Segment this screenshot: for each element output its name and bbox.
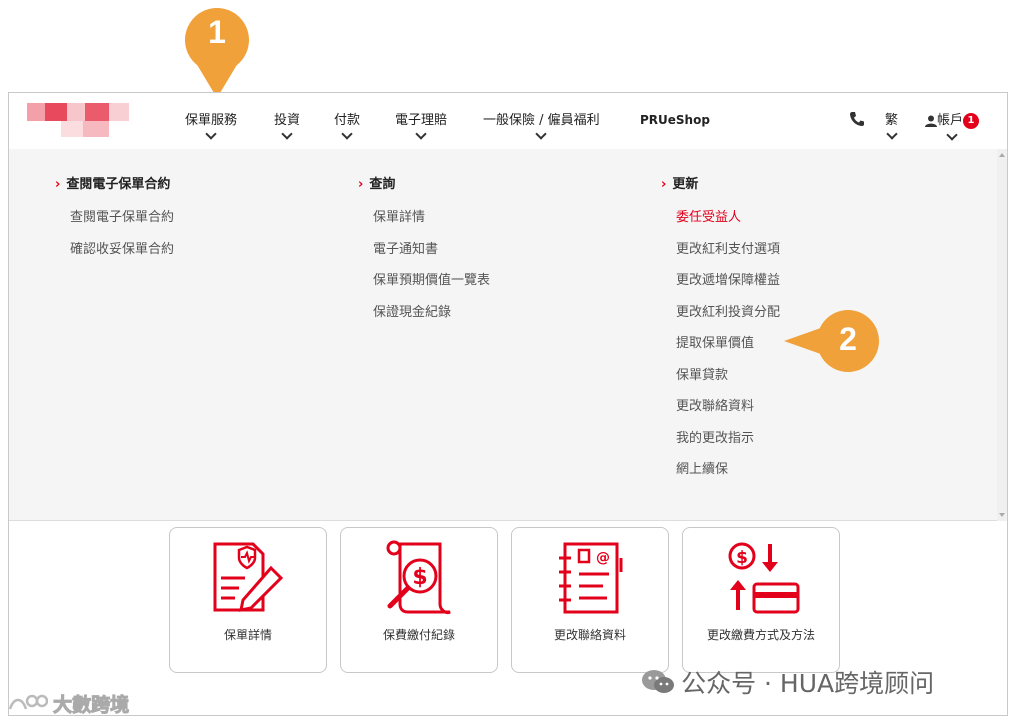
menu-link-projected-values[interactable]: 保單預期價值一覽表 — [358, 269, 490, 301]
nav-payment-label: 付款 — [334, 113, 361, 128]
dollar-scroll-magnifier-icon: $ — [386, 540, 451, 614]
chevron-down-icon — [415, 128, 427, 140]
svg-text:$: $ — [736, 548, 748, 568]
callout-two-number: 2 — [839, 321, 857, 357]
nav-prueshop-label: PRUeShop — [640, 113, 710, 127]
nav-investment-label: 投資 — [274, 113, 301, 128]
quick-action-tiles: 保單詳情 $ 保費繳付紀錄 @ 更改聯絡資料 $ 更改繳費方式及方法 — [169, 527, 849, 677]
menu-link-my-instructions[interactable]: 我的更改指示 — [661, 427, 780, 459]
menu-heading-econtract-label: 查閱電子保單合約 — [66, 177, 171, 192]
nav-policy-services-label: 保單服務 — [185, 113, 238, 128]
account-label: 帳戶 — [937, 113, 964, 128]
menu-link-policy-loan[interactable]: 保單貸款 — [661, 364, 780, 396]
menu-heading-enquiry: › 查詢 — [358, 173, 490, 192]
menu-column-econtract: › 查閱電子保單合約 查閱電子保單合約 確認收妥保單合約 — [55, 173, 174, 269]
svg-text:@: @ — [596, 550, 610, 566]
callout-two: 2 — [784, 310, 882, 374]
phone-icon[interactable] — [849, 111, 865, 127]
chevron-down-icon — [946, 128, 958, 141]
callout-one: 1 — [183, 6, 251, 100]
tile-premium-history-label: 保費繳付紀錄 — [382, 628, 455, 642]
tile-contact-info-label: 更改聯絡資料 — [553, 628, 626, 642]
policy-document-icon — [213, 542, 284, 612]
wechat-icon — [640, 668, 676, 696]
tile-payment-method-label: 更改繳費方式及方法 — [706, 628, 815, 642]
chevron-right-icon: › — [661, 177, 667, 192]
menu-link-enotices[interactable]: 電子通知書 — [358, 238, 490, 270]
corner-watermark: 大數跨境 — [8, 690, 130, 717]
callout-one-number: 1 — [208, 14, 226, 50]
nav-policy-services[interactable]: 保單服務 — [185, 109, 238, 140]
user-icon — [925, 115, 937, 127]
corner-watermark-text: 大數跨境 — [53, 694, 130, 717]
chevron-down-icon — [341, 128, 353, 140]
nav-general-insurance[interactable]: 一般保險 / 僱員福利 — [483, 109, 600, 140]
tile-policy-details[interactable]: 保單詳情 — [169, 527, 327, 673]
menu-column-enquiry: › 查詢 保單詳情 電子通知書 保單預期價值一覽表 保證現金紀錄 — [358, 173, 490, 332]
menu-link-beneficiary[interactable]: 委任受益人 — [661, 206, 780, 238]
menu-heading-update-label: 更新 — [672, 177, 699, 192]
scroll-up-icon[interactable] — [999, 153, 1005, 157]
corner-logo-icon — [8, 693, 49, 715]
menu-link-dividend-option[interactable]: 更改紅利支付選項 — [661, 238, 780, 270]
menu-link-online-renewal[interactable]: 網上續保 — [661, 458, 780, 490]
nav-prueshop[interactable]: PRUeShop — [640, 113, 710, 127]
chevron-down-icon — [535, 128, 547, 140]
menu-scrollbar[interactable] — [997, 149, 1007, 521]
nav-eclaims-label: 電子理賠 — [395, 113, 448, 128]
nav-investment[interactable]: 投資 — [274, 109, 301, 140]
notification-badge: 1 — [963, 112, 980, 129]
address-book-icon: @ — [559, 542, 623, 614]
menu-heading-update: › 更新 — [661, 173, 780, 192]
wechat-watermark-text: 公众号 · HUA跨境顾问 — [681, 669, 935, 698]
menu-link-view-econtract[interactable]: 查閱電子保單合約 — [55, 206, 174, 238]
chevron-right-icon: › — [55, 177, 61, 192]
menu-link-contact-info[interactable]: 更改聯絡資料 — [661, 395, 780, 427]
menu-link-confirm-receipt[interactable]: 確認收妥保單合約 — [55, 238, 174, 270]
tile-contact-info[interactable]: @ 更改聯絡資料 — [511, 527, 669, 673]
menu-link-policy-details[interactable]: 保單詳情 — [358, 206, 490, 238]
tile-payment-method[interactable]: $ 更改繳費方式及方法 — [682, 527, 840, 673]
page: { "nav": { "items": ["保單服務", "投資", "付款",… — [0, 0, 1015, 722]
account-menu[interactable]: 帳戶 1 — [925, 109, 980, 141]
language-label: 繁 — [885, 113, 899, 128]
scroll-down-icon[interactable] — [999, 513, 1005, 517]
menu-link-guaranteed-cash[interactable]: 保證現金紀錄 — [358, 301, 490, 333]
svg-text:$: $ — [412, 565, 427, 590]
browser-frame: 保單服務 投資 付款 電子理賠 一般保險 / 僱員福利 PRUeShop 繁 帳… — [8, 92, 1008, 716]
menu-column-update: › 更新 委任受益人 更改紅利支付選項 更改遞增保障權益 更改紅利投資分配 提取保… — [661, 173, 780, 490]
chevron-down-icon — [205, 128, 217, 140]
nav-payment[interactable]: 付款 — [334, 109, 361, 140]
chevron-down-icon — [281, 128, 293, 140]
language-switch[interactable]: 繁 — [885, 109, 899, 140]
tile-premium-history[interactable]: $ 保費繳付紀錄 — [340, 527, 498, 673]
chevron-down-icon — [885, 128, 898, 140]
menu-link-withdraw-value[interactable]: 提取保單價值 — [661, 332, 780, 364]
wechat-watermark: 公众号 · HUA跨境顾问 — [640, 664, 935, 698]
chevron-right-icon: › — [358, 177, 364, 192]
top-navigation: 保單服務 投資 付款 電子理賠 一般保險 / 僱員福利 PRUeShop 繁 帳… — [9, 93, 1007, 149]
menu-heading-econtract: › 查閱電子保單合約 — [55, 173, 174, 192]
nav-eclaims[interactable]: 電子理賠 — [395, 109, 448, 140]
menu-link-increasing-benefit[interactable]: 更改遞增保障權益 — [661, 269, 780, 301]
nav-general-insurance-label: 一般保險 / 僱員福利 — [483, 113, 600, 128]
menu-link-dividend-allocation[interactable]: 更改紅利投資分配 — [661, 301, 780, 333]
tile-policy-details-label: 保單詳情 — [223, 628, 272, 642]
payment-card-icon: $ — [728, 542, 800, 614]
brand-logo[interactable] — [27, 103, 147, 141]
menu-heading-enquiry-label: 查詢 — [369, 177, 396, 192]
